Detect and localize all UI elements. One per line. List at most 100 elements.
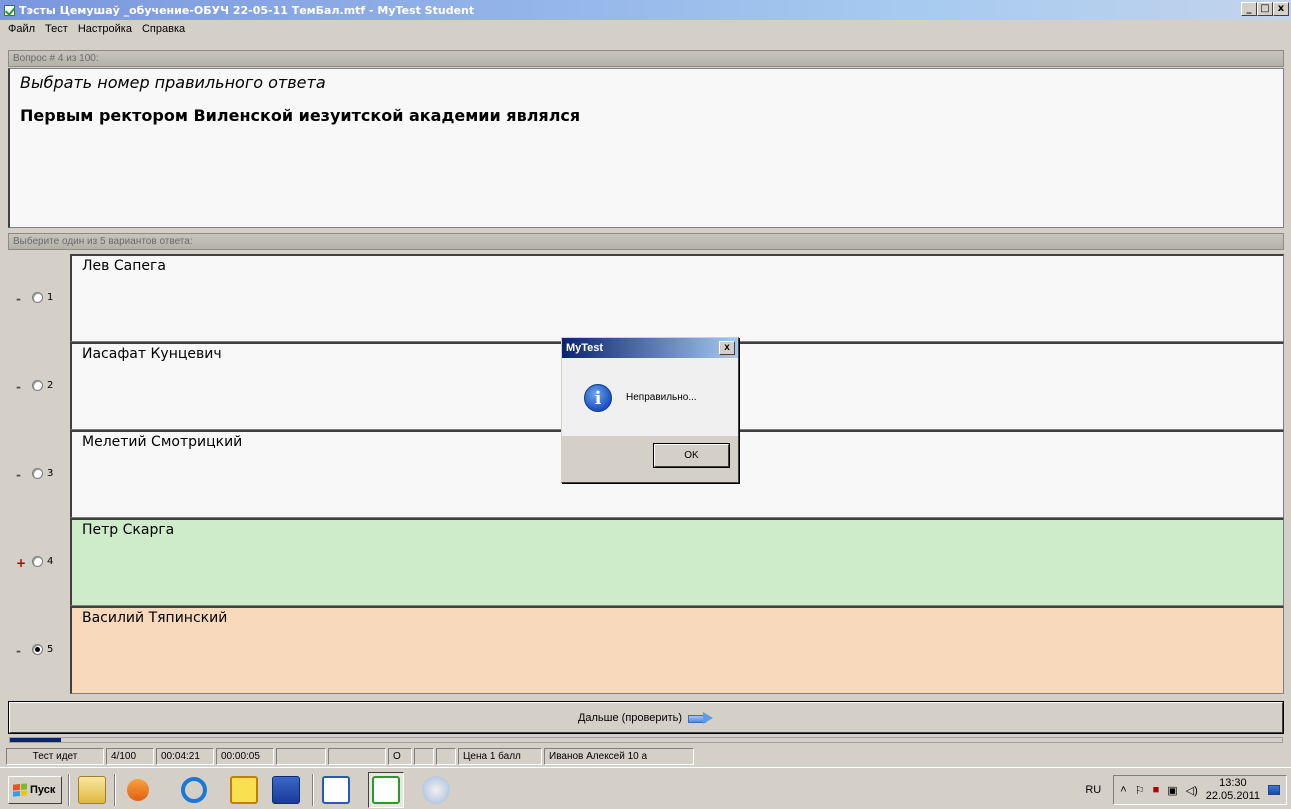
answer-gutter: - 3	[8, 430, 70, 518]
volume-icon[interactable]: ◁)	[1186, 784, 1198, 797]
answer-number: 5	[47, 644, 54, 655]
answer-mark: -	[16, 644, 21, 658]
status-state: Тест идет	[6, 748, 104, 765]
answer-radio-5-selected[interactable]	[32, 644, 43, 655]
answer-number: 1	[47, 292, 54, 303]
clock-date: 22.05.2011	[1205, 790, 1260, 802]
question-text: Первым ректором Виленской иезуитской ака…	[20, 106, 581, 125]
menu-settings[interactable]: Настройка	[78, 23, 132, 35]
next-check-button[interactable]: Дальше (проверить)	[8, 701, 1284, 734]
question-header: Вопрос # 4 из 100:	[8, 50, 1284, 67]
internet-explorer-icon[interactable]	[176, 772, 212, 808]
system-tray: RU ˄ ⚐ ■ ▣ ◁) 13:30 22.05.2011	[1081, 774, 1287, 806]
taskbar-separator	[114, 774, 116, 806]
answer-option-1[interactable]: - 1 Лев Сапега	[8, 254, 1284, 342]
progress-bar	[9, 737, 1283, 743]
show-desktop-icon[interactable]	[1268, 785, 1280, 795]
menu-test[interactable]: Тест	[45, 23, 68, 35]
answer-text-box-wrong[interactable]: Василий Тяпинский	[70, 606, 1284, 694]
question-panel: Выбрать номер правильного ответа Первым …	[8, 68, 1284, 228]
network-icon[interactable]: ▣	[1167, 784, 1177, 797]
status-question-count: 4/100	[106, 748, 154, 765]
status-elapsed-time: 00:04:21	[156, 748, 214, 765]
answer-text: Лев Сапега	[82, 258, 166, 274]
status-price: Цена 1 балл	[458, 748, 542, 765]
maximize-button[interactable]: □	[1257, 2, 1273, 16]
answer-radio-3[interactable]	[32, 468, 43, 479]
answer-option-4[interactable]: + 4 Петр Скарга	[8, 518, 1284, 606]
answer-number: 2	[47, 380, 54, 391]
mytest-app-icon	[4, 4, 15, 16]
answer-number: 3	[47, 468, 54, 479]
next-button-label: Дальше (проверить)	[577, 711, 683, 724]
answer-mark-correct: +	[16, 556, 27, 570]
mytest-student-icon[interactable]	[368, 772, 404, 808]
answer-text: Мелетий Смотрицкий	[82, 434, 243, 450]
ok-button[interactable]: OK	[653, 443, 730, 468]
answer-gutter: - 5	[8, 606, 70, 694]
word-icon[interactable]	[268, 772, 304, 808]
dialog-title-bar[interactable]: MyTest x	[562, 338, 738, 358]
answer-radio-2[interactable]	[32, 380, 43, 391]
question-instruction: Выбрать номер правильного ответа	[20, 73, 326, 92]
dialog-body: i Неправильно...	[562, 358, 738, 436]
answer-mark: -	[16, 468, 21, 482]
start-button[interactable]: Пуск	[8, 776, 62, 804]
answer-text: Иасафат Кунцевич	[82, 346, 222, 362]
clock-time: 13:30	[1219, 777, 1247, 789]
taskbar-separator	[312, 774, 314, 806]
answer-gutter: - 1	[8, 254, 70, 342]
answer-gutter: - 2	[8, 342, 70, 430]
status-empty	[328, 748, 386, 765]
message-dialog: MyTest x i Неправильно... OK	[561, 337, 739, 483]
chevron-up-icon[interactable]: ˄	[1120, 784, 1126, 796]
windows-logo-icon	[13, 783, 27, 797]
menu-file[interactable]: Файл	[8, 23, 35, 35]
answer-gutter: + 4	[8, 518, 70, 606]
tray-icons: ˄ ⚐ ■ ▣ ◁) 13:30 22.05.2011	[1113, 775, 1287, 805]
close-button[interactable]: x	[1273, 2, 1289, 16]
answer-number: 4	[47, 556, 54, 567]
answer-option-5[interactable]: - 5 Василий Тяпинский	[8, 606, 1284, 694]
menu-bar: Файл Тест Настройка Справка	[0, 20, 1291, 38]
menu-help[interactable]: Справка	[142, 23, 185, 35]
clock[interactable]: 13:30 22.05.2011	[1206, 777, 1260, 803]
file-manager-icon[interactable]	[74, 772, 110, 808]
answer-text-box-correct[interactable]: Петр Скарга	[70, 518, 1284, 606]
status-student: Иванов Алексей 10 а	[544, 748, 694, 765]
minimize-button[interactable]: _	[1241, 2, 1257, 16]
progress-fill	[10, 738, 61, 742]
mytest-editor-icon[interactable]	[318, 772, 354, 808]
language-indicator[interactable]: RU	[1081, 784, 1105, 796]
status-empty	[276, 748, 326, 765]
powerpoint-icon[interactable]	[226, 772, 262, 808]
dialog-footer: OK	[562, 436, 738, 482]
status-empty	[414, 748, 434, 765]
status-empty	[436, 748, 456, 765]
answer-mark: -	[16, 292, 21, 306]
status-bar: Тест идет 4/100 00:04:21 00:00:05 О Цена…	[6, 748, 1286, 765]
answer-mark: -	[16, 380, 21, 394]
paint-icon[interactable]	[418, 772, 454, 808]
window-controls: _ □ x	[1241, 2, 1289, 16]
answer-text: Петр Скарга	[82, 522, 175, 538]
outlook-icon[interactable]	[120, 772, 156, 808]
dialog-close-button[interactable]: x	[719, 341, 735, 355]
start-label: Пуск	[30, 784, 56, 796]
status-question-time: 00:00:05	[216, 748, 274, 765]
answer-radio-4[interactable]	[32, 556, 43, 567]
window-title-bar[interactable]: Тэсты Цемушаў _обучение-ОБУЧ 22-05-11 Те…	[0, 0, 1291, 20]
security-icon[interactable]: ■	[1153, 784, 1160, 796]
answer-radio-1[interactable]	[32, 292, 43, 303]
status-marker: О	[388, 748, 412, 765]
answer-text: Василий Тяпинский	[82, 610, 228, 626]
dialog-title: MyTest	[566, 342, 604, 354]
answers-header: Выберите один из 5 вариантов ответа:	[8, 233, 1284, 250]
taskbar: Пуск RU ˄ ⚐ ■ ▣ ◁) 13:30 22.05.2011	[0, 767, 1291, 809]
arrow-right-icon	[688, 711, 714, 724]
dialog-message: Неправильно...	[626, 392, 697, 403]
info-icon: i	[584, 384, 612, 412]
answer-text-box[interactable]: Лев Сапега	[70, 254, 1284, 342]
window-title: Тэсты Цемушаў _обучение-ОБУЧ 22-05-11 Те…	[19, 3, 475, 17]
flag-icon[interactable]: ⚐	[1135, 784, 1145, 797]
